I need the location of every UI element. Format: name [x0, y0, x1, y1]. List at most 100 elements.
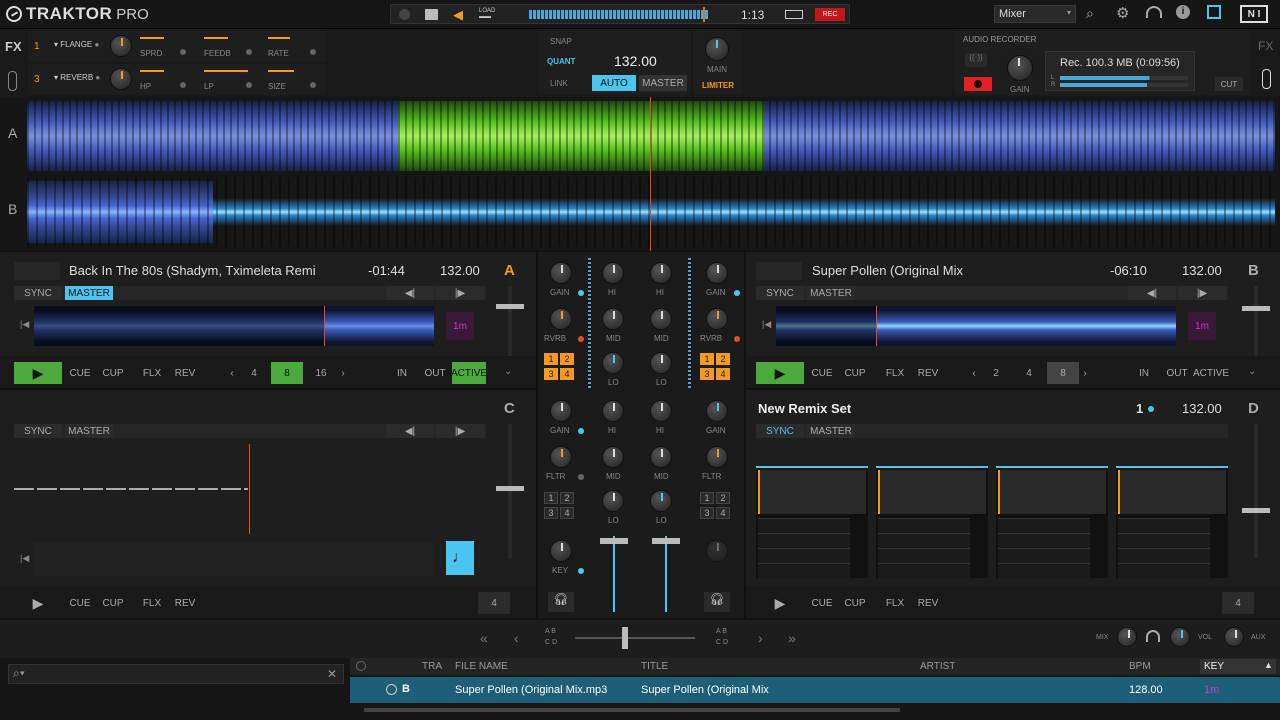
ni-logo[interactable]: N I [1240, 5, 1268, 23]
aux-knob[interactable] [1224, 627, 1244, 647]
sync-button[interactable]: SYNC [756, 424, 804, 438]
beatjump-fwd-button[interactable]: |▶ [436, 286, 484, 300]
flux-button[interactable]: FLX [880, 592, 910, 614]
remix-slot-3[interactable] [996, 466, 1108, 578]
beatjump-back-button[interactable]: ◀| [1128, 286, 1176, 300]
loop-active-button[interactable]: ACTIVE [451, 362, 487, 384]
fx-button[interactable] [180, 82, 186, 88]
xfader-assign-ab-right[interactable]: A B [716, 628, 727, 635]
deck-b-letter[interactable]: B [1248, 262, 1259, 279]
prev-icon[interactable]: ‹ [514, 630, 519, 646]
cue-button[interactable]: CUE [807, 592, 837, 614]
fx-assign-2[interactable]: 2 [560, 353, 574, 365]
sync-button[interactable]: SYNC [756, 286, 804, 300]
key-knob[interactable] [550, 540, 572, 562]
loop-out-button[interactable]: OUT [1161, 362, 1193, 384]
fx-collapse-icon[interactable] [1262, 69, 1271, 89]
fx-drywet-knob[interactable] [110, 68, 132, 90]
limiter-label[interactable]: LIMITER [702, 81, 734, 90]
master-bpm[interactable]: 132.00 [614, 53, 657, 69]
deck-a-letter[interactable]: A [504, 262, 515, 279]
search-input[interactable]: ⌕▾ ✕ [8, 664, 344, 684]
play-button[interactable]: ▶ [14, 362, 62, 384]
deck-c-mode-icon[interactable]: ♩ [446, 541, 474, 575]
col-filename[interactable]: FILE NAME [455, 661, 508, 672]
key-knob[interactable] [706, 540, 728, 562]
key-display[interactable]: 1m [446, 312, 474, 340]
gain-knob[interactable] [706, 400, 728, 422]
auto-button[interactable]: AUTO [592, 75, 636, 91]
col-artist[interactable]: ARTIST [920, 661, 955, 672]
reverse-button[interactable]: REV [913, 362, 943, 384]
gain-knob[interactable] [550, 400, 572, 422]
eq-lo-knob[interactable] [650, 490, 672, 512]
eq-lo-knob[interactable] [602, 490, 624, 512]
fx-param-slider[interactable] [268, 37, 290, 39]
loop-in-button[interactable]: IN [386, 362, 418, 384]
search-icon[interactable]: ⌕ [1086, 5, 1094, 22]
loop-size-4[interactable]: 4 [1013, 362, 1045, 384]
fx-collapse-icon[interactable] [8, 71, 17, 91]
loop-size-display[interactable]: 4 [1222, 592, 1254, 614]
cue-mix-knob[interactable] [1117, 627, 1137, 647]
deck-c-stripe[interactable] [34, 542, 434, 576]
fx-assign-2[interactable]: 2 [716, 353, 730, 365]
fx-param-slider[interactable] [204, 37, 228, 39]
play-button[interactable]: ▶ [756, 592, 804, 614]
loop-prev-button[interactable]: ‹ [968, 362, 980, 384]
play-button[interactable]: ▶ [756, 362, 804, 384]
flux-button[interactable]: FLX [880, 362, 910, 384]
cue-button[interactable]: CUE [65, 362, 95, 384]
master-button[interactable]: MASTER [639, 75, 687, 91]
fx-drywet-knob[interactable] [110, 35, 132, 57]
loop-prev-button[interactable]: ‹ [226, 362, 238, 384]
eq-hi-knob[interactable] [650, 262, 672, 284]
beatjump-back-button[interactable]: ◀| [386, 286, 434, 300]
cup-button[interactable]: CUP [98, 362, 128, 384]
cut-button[interactable]: CUT [1215, 77, 1243, 91]
next-icon[interactable]: › [758, 630, 763, 646]
recorder-gain-knob[interactable] [1007, 55, 1033, 81]
clear-icon[interactable]: ✕ [327, 667, 337, 681]
col-track[interactable]: TRA [422, 661, 442, 672]
col-bpm[interactable]: BPM [1129, 661, 1151, 672]
fx-assign-1[interactable]: 1 [544, 492, 558, 504]
main-volume-knob[interactable] [705, 37, 729, 61]
loop-size-8[interactable]: 8 [1047, 362, 1079, 384]
fx-assign-3[interactable]: 3 [544, 507, 558, 519]
fx-assign-4[interactable]: 4 [560, 368, 574, 380]
sync-button[interactable]: SYNC [14, 286, 62, 300]
gain-knob[interactable] [550, 262, 572, 284]
loop-size-16[interactable]: 16 [305, 362, 337, 384]
fx-param-slider[interactable] [140, 70, 164, 72]
loop-next-button[interactable]: › [1079, 362, 1091, 384]
eq-lo-knob[interactable] [650, 352, 672, 374]
fx-button[interactable] [310, 49, 316, 55]
table-row[interactable]: B Super Pollen (Original Mix.mp3 Super P… [350, 677, 1280, 703]
deck-c-letter[interactable]: C [504, 400, 515, 417]
deck-d-letter[interactable]: D [1248, 400, 1259, 417]
headphones-cue-icon[interactable]: 🎧︎ [704, 592, 730, 612]
midi-icon[interactable] [425, 9, 438, 20]
remix-slot-4[interactable] [1116, 466, 1228, 578]
to-start-icon[interactable]: |◀ [20, 553, 29, 564]
cue-button[interactable]: CUE [65, 592, 95, 614]
xfader-assign-cd-right[interactable]: C D [716, 639, 728, 646]
loop-size-4[interactable]: 4 [238, 362, 270, 384]
play-button[interactable]: ▶ [14, 592, 62, 614]
crossfader-handle[interactable] [622, 627, 628, 649]
cup-button[interactable]: CUP [840, 592, 870, 614]
fx-button[interactable] [180, 49, 186, 55]
link-label[interactable]: LINK [550, 79, 568, 88]
loop-size-2[interactable]: 2 [980, 362, 1012, 384]
beatjump-fwd-button[interactable]: |▶ [436, 424, 484, 438]
prev-prev-icon[interactable]: « [480, 630, 488, 646]
loop-size-8[interactable]: 8 [271, 362, 303, 384]
to-start-icon[interactable]: |◀ [762, 319, 771, 330]
fx-button[interactable] [310, 82, 316, 88]
loop-next-button[interactable]: › [337, 362, 349, 384]
fx-param-slider[interactable] [140, 37, 164, 39]
master-button[interactable]: MASTER [65, 424, 113, 438]
sync-button[interactable]: SYNC [14, 424, 62, 438]
master-button[interactable]: MASTER [65, 286, 113, 300]
